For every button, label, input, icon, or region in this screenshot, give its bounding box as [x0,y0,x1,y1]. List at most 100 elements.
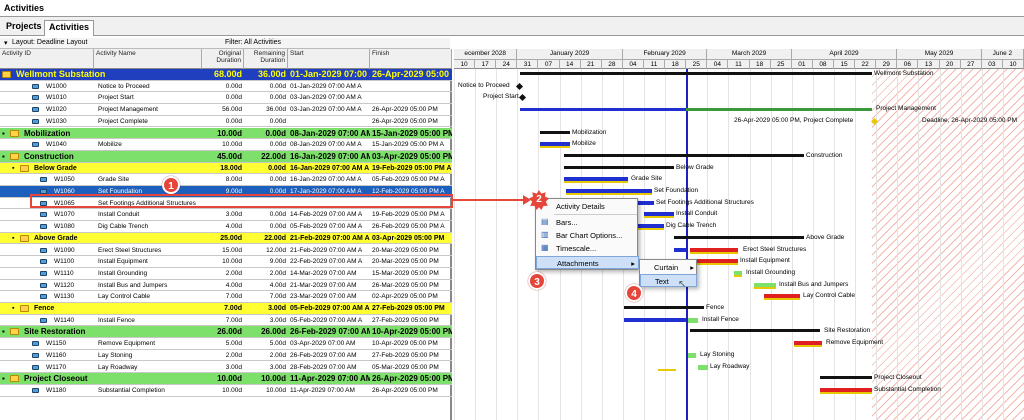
wbs-row[interactable]: ▪ Project Closeout 10.00d 10.00d 11-Apr-2029… [0,373,452,385]
gantt-bar[interactable] [688,317,698,323]
bar-label: Project Start [483,93,519,101]
tab-activities[interactable]: Activities [44,20,95,36]
summary-bar[interactable] [674,235,804,239]
start-cell: 26-Feb-2029 07:00 AM [290,327,370,337]
submenu-item-curtain[interactable]: Curtain ▸ [640,261,697,274]
chevron-down-icon[interactable]: ▾ [4,39,8,47]
activity-table: Activity ID Activity Name Original Durat… [0,49,452,420]
expand-toggle-icon[interactable]: ▪ [10,233,19,244]
filter-label[interactable]: Filter: All Activities [225,39,281,46]
table-row[interactable]: W1110 Install Grounding 2.00d 2.00d 14-Mar-2… [0,268,452,280]
gantt-bar[interactable] [674,247,686,252]
activity-name-cell [96,69,202,80]
summary-bar[interactable] [564,153,804,157]
gantt-bar[interactable] [734,274,742,277]
table-row[interactable]: W1040 Mobilize 10.00d 0.00d 08-Jan-2029 07:0… [0,139,452,151]
tab-projects[interactable]: Projects [2,20,46,36]
table-row[interactable]: W1140 Install Fence 7.00d 3.00d 05-Feb-2029 … [0,315,452,327]
layout-label[interactable]: Layout: Deadline Layout [12,39,88,46]
timescale-day: 14 [559,59,581,69]
wbs-row[interactable]: ▪ Above Grade 25.00d 22.00d 21-Feb-2029 07:0… [0,232,452,245]
col-finish[interactable]: Finish [370,49,452,69]
gantt-bar[interactable] [564,181,628,184]
col-remaining-duration[interactable]: Remaining Duration [244,49,288,69]
table-row[interactable]: W1030 Project Complete 0.00d 0.00d 26-Apr-20… [0,116,452,128]
col-original-duration[interactable]: Original Duration [202,49,244,69]
expand-toggle-icon[interactable]: ▪ [0,151,9,162]
table-row[interactable]: W1170 Lay Roadway 3.00d 3.00d 28-Feb-2029 07… [0,362,452,374]
summary-bar[interactable] [820,376,872,380]
menu-item-bars[interactable]: Bars... [536,216,639,229]
col-start[interactable]: Start [288,49,370,69]
gantt-bar[interactable] [690,263,738,266]
table-header: Activity ID Activity Name Original Durat… [0,49,452,69]
bar-label: Install Equipment [740,257,790,265]
gantt-bar[interactable] [566,193,652,195]
wbs-row[interactable]: ▪ Fence 7.00d 3.00d 05-Feb-2029 07:00 AM A 27… [0,303,452,315]
original-duration-cell: 56.00d [222,106,242,114]
original-duration-cell: 10.00d [222,141,242,149]
table-row[interactable]: W1120 Install Bus and Jumpers 4.00d 4.00d 21… [0,280,452,292]
activity-name-cell: Install Bus and Jumpers [98,281,168,289]
table-row[interactable]: W1090 Erect Steel Structures 15.00d 12.00d 2… [0,245,452,257]
gantt-bar[interactable] [820,391,872,394]
wbs-row[interactable]: ▪ Construction 45.00d 22.00d 16-Jan-2029 07:… [0,150,452,163]
table-row[interactable]: W1010 Project Start 0.00d 0.00d 03-Jan-2029 … [0,92,452,105]
expand-toggle-icon[interactable]: ▪ [0,128,9,139]
table-row[interactable]: W1050 Grade Site 8.00d 0.00d 16-Jan-2029 07:… [0,174,452,186]
expand-toggle-icon[interactable]: ▪ [0,69,1,80]
gantt-bar[interactable] [754,286,776,289]
bar-label: Deadline, 26-Apr-2029 05:00 PM [922,116,1018,124]
table-row[interactable]: W1150 Remove Equipment 5.00d 5.00d 03-Apr-20… [0,338,452,350]
gantt-bar[interactable] [688,352,696,358]
expand-toggle-icon[interactable]: ▪ [10,303,19,314]
table-row[interactable]: W1080 Dig Cable Trench 4.00d 0.00d 05-Feb-20… [0,221,452,233]
summary-bar[interactable] [520,72,872,75]
wbs-folder-icon [20,305,29,312]
menu-separator [554,214,637,215]
activity-icon [32,118,39,124]
table-row[interactable]: W1180 Substantial Completion 10.00d 10.00d 1… [0,385,452,397]
gantt-bar[interactable] [644,216,674,219]
original-duration-cell: 0.00d [225,82,242,90]
table-row[interactable]: W1020 Project Management 56.00d 36.00d 03-Ja… [0,104,452,116]
submenu-item-text[interactable]: Text [640,274,697,287]
summary-bar[interactable] [564,165,674,169]
gantt-bar[interactable] [658,368,676,371]
original-duration-cell: 3.00d [225,211,242,219]
menu-item-attachments[interactable]: Attachments ▸ [536,256,639,269]
expand-toggle-icon[interactable]: ▪ [0,373,9,384]
table-row[interactable]: W1130 Lay Control Cable 7.00d 7.00d 23-Mar-2… [0,291,452,303]
gantt-bar[interactable] [698,364,708,370]
wbs-row[interactable]: ▪ Site Restoration 26.00d 26.00d 26-Feb-2029… [0,326,452,339]
table-row[interactable]: W1000 Notice to Proceed 0.00d 0.00d 01-Jan-2… [0,81,452,93]
summary-bar[interactable] [690,329,820,333]
menu-item-activity-details[interactable]: Activity Details [536,200,639,213]
expand-toggle-icon[interactable]: ▪ [10,163,19,174]
table-row[interactable]: W1160 Lay Stoning 2.00d 2.00d 26-Feb-2029 07… [0,350,452,362]
gantt-bar[interactable] [520,108,686,112]
gantt-bar[interactable] [764,298,800,301]
expand-toggle-icon[interactable]: ▪ [0,326,9,337]
wbs-row[interactable]: ▪ Below Grade 18.00d 0.00d 16-Jan-2029 07:00… [0,162,452,175]
timescale-header[interactable]: 10 17 24 31 07 14 21 28 04 11 18 25 04 11 18 25 01 08 15 22… [454,49,1024,69]
wbs-row[interactable]: ▪ Mobilization 10.00d 0.00d 08-Jan-2029 07:0… [0,127,452,140]
summary-bar[interactable] [624,306,704,309]
wbs-folder-icon [10,129,19,137]
gantt-bar[interactable] [686,108,872,112]
wbs-row[interactable]: ▪Wellmont Substation68.00d36.00d01-Jan-2… [0,69,452,81]
menu-item-bar-chart-options[interactable]: Bar Chart Options... [536,229,639,242]
gantt-bar[interactable] [624,317,686,322]
gantt-bar[interactable] [540,146,570,149]
timescale-month: April 2029 [792,49,898,59]
original-duration-cell: 8.00d [225,176,242,184]
summary-bar[interactable] [540,130,570,134]
menu-item-timescale[interactable]: Timescale... [536,242,639,255]
table-row[interactable]: W1070 Install Conduit 3.00d 0.00d 14-Feb-202… [0,209,452,222]
table-row[interactable]: W1100 Install Equipment 10.00d 9.00d 22-Feb-… [0,256,452,268]
gantt-bar[interactable] [794,345,822,348]
col-activity-name[interactable]: Activity Name [94,49,202,69]
col-activity-id[interactable]: Activity ID [0,49,94,69]
milestone-diamond[interactable] [518,94,527,102]
gantt-bar[interactable] [690,251,738,254]
